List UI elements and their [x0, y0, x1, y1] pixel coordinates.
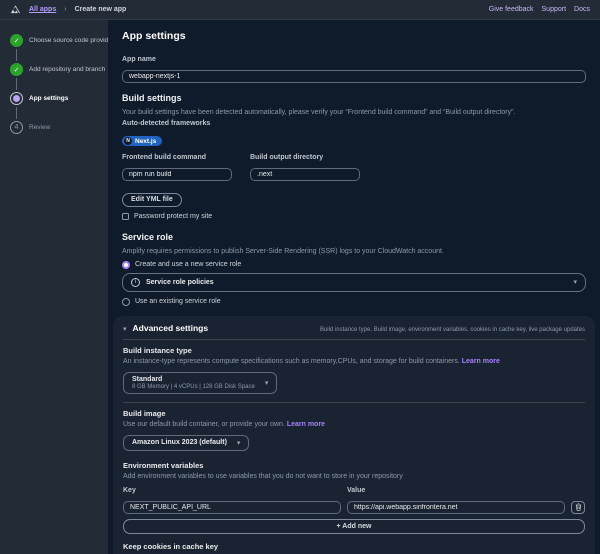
- plus-icon: +: [337, 523, 341, 530]
- environment-variables-title: Environment variables: [123, 461, 585, 470]
- frontend-build-command-label: Frontend build command: [122, 154, 232, 161]
- radio-selected-icon[interactable]: [122, 261, 130, 269]
- step-add-repository[interactable]: ✓ Add repository and branch: [10, 63, 108, 76]
- password-protect-checkbox[interactable]: [122, 213, 129, 220]
- step-label: Choose source code provider: [29, 37, 114, 44]
- new-service-role-label: Create and use a new service role: [135, 261, 241, 268]
- chevron-down-icon: ▾: [573, 278, 577, 286]
- new-service-role-option[interactable]: Create and use a new service role: [122, 261, 586, 269]
- environment-variables-description: Add environment variables to use variabl…: [123, 473, 585, 480]
- breadcrumb-current: Create new app: [75, 6, 127, 13]
- password-protect-label: Password protect my site: [134, 213, 212, 220]
- divider: [123, 402, 585, 403]
- keep-cookies-title: Keep cookies in cache key: [123, 542, 585, 551]
- build-instance-selected-detail: 8 GB Memory | 4 vCPUs | 128 GB Disk Spac…: [132, 384, 255, 390]
- page-title: App settings: [122, 30, 586, 42]
- password-protect-row[interactable]: Password protect my site: [122, 213, 586, 220]
- step-label: App settings: [29, 95, 68, 102]
- build-output-directory-input[interactable]: [250, 168, 360, 181]
- step-complete-icon: ✓: [10, 63, 23, 76]
- add-env-variable-label: Add new: [342, 523, 371, 530]
- policies-info-icon: i: [131, 278, 140, 287]
- chevron-down-icon: ▾: [237, 439, 241, 447]
- env-key-label: Key: [123, 487, 341, 494]
- advanced-settings-summary: Build instance type, Build image, enviro…: [214, 327, 585, 333]
- support-link[interactable]: Support: [542, 6, 567, 13]
- trash-icon: [575, 503, 582, 511]
- build-instance-learn-more-link[interactable]: Learn more: [462, 358, 500, 365]
- existing-service-role-option[interactable]: Use an existing service role: [122, 298, 586, 306]
- existing-service-role-label: Use an existing service role: [135, 298, 221, 305]
- docs-link[interactable]: Docs: [574, 6, 590, 13]
- frameworks-label: Auto-detected frameworks: [122, 120, 586, 127]
- delete-env-variable-button[interactable]: [571, 501, 585, 514]
- breadcrumb-all-apps[interactable]: All apps: [29, 6, 56, 13]
- build-output-directory-label: Build output directory: [250, 154, 360, 161]
- build-settings-description: Your build settings have been detected a…: [122, 109, 586, 116]
- nextjs-logo-icon: N: [124, 137, 132, 145]
- build-instance-description: An instance-type represents compute spec…: [123, 358, 585, 365]
- build-instance-title: Build instance type: [123, 346, 585, 355]
- main-content: App settings App name Build settings You…: [108, 20, 600, 554]
- step-connector: [16, 49, 17, 61]
- step-number: 4: [10, 121, 23, 134]
- step-label: Review: [29, 124, 50, 131]
- app-name-input[interactable]: [122, 70, 586, 83]
- top-bar: All apps › Create new app Give feedback …: [0, 0, 600, 20]
- frontend-build-command-input[interactable]: [122, 168, 232, 181]
- env-value-input[interactable]: [347, 501, 565, 514]
- wizard-steps-sidebar: ✓ Choose source code provider ✓ Add repo…: [0, 20, 108, 554]
- step-connector: [16, 107, 17, 119]
- chevron-down-icon: ▾: [265, 379, 269, 387]
- service-role-title: Service role: [122, 232, 586, 242]
- amplify-logo-icon: [10, 4, 21, 15]
- caret-expanded-icon: ▾: [123, 325, 127, 333]
- step-current-icon: [10, 92, 23, 105]
- step-connector: [16, 78, 17, 90]
- build-image-selected: Amazon Linux 2023 (default): [132, 439, 227, 446]
- give-feedback-link[interactable]: Give feedback: [489, 6, 534, 13]
- add-env-variable-button[interactable]: + Add new: [123, 519, 585, 534]
- build-instance-select[interactable]: Standard 8 GB Memory | 4 vCPUs | 128 GB …: [123, 372, 277, 394]
- env-value-label: Value: [347, 487, 565, 494]
- edit-yml-button[interactable]: Edit YML file: [122, 193, 182, 207]
- environment-variable-row: Key Value: [123, 483, 585, 514]
- amplify-create-app-page: All apps › Create new app Give feedback …: [0, 0, 600, 554]
- step-review[interactable]: 4 Review: [10, 121, 108, 134]
- step-label: Add repository and branch: [29, 66, 105, 73]
- build-image-select[interactable]: Amazon Linux 2023 (default) ▾: [123, 435, 249, 451]
- service-role-policies-expander[interactable]: i Service role policies ▾: [122, 273, 586, 292]
- step-app-settings[interactable]: App settings: [10, 92, 108, 105]
- advanced-settings-panel: ▾ Advanced settings Build instance type,…: [113, 316, 595, 554]
- build-settings-title: Build settings: [122, 93, 586, 103]
- env-key-input[interactable]: [123, 501, 341, 514]
- divider: [123, 339, 585, 340]
- build-instance-description-text: An instance-type represents compute spec…: [123, 358, 460, 365]
- service-role-description: Amplify requires permissions to publish …: [122, 248, 586, 255]
- build-image-description: Use our default build container, or prov…: [123, 421, 585, 428]
- policies-label: Service role policies: [146, 279, 567, 286]
- nextjs-badge: N Next.js: [122, 136, 162, 146]
- breadcrumb-separator-icon: ›: [64, 6, 66, 13]
- app-name-label: App name: [122, 56, 586, 63]
- nextjs-badge-label: Next.js: [135, 138, 156, 145]
- build-image-learn-more-link[interactable]: Learn more: [287, 421, 325, 428]
- step-complete-icon: ✓: [10, 34, 23, 47]
- step-choose-source[interactable]: ✓ Choose source code provider: [10, 34, 108, 47]
- build-image-title: Build image: [123, 409, 585, 418]
- radio-unselected-icon[interactable]: [122, 298, 130, 306]
- advanced-settings-header[interactable]: ▾ Advanced settings Build instance type,…: [123, 323, 585, 333]
- build-instance-selected: Standard: [132, 376, 255, 383]
- build-image-description-text: Use our default build container, or prov…: [123, 421, 285, 428]
- advanced-settings-title: Advanced settings: [133, 323, 209, 333]
